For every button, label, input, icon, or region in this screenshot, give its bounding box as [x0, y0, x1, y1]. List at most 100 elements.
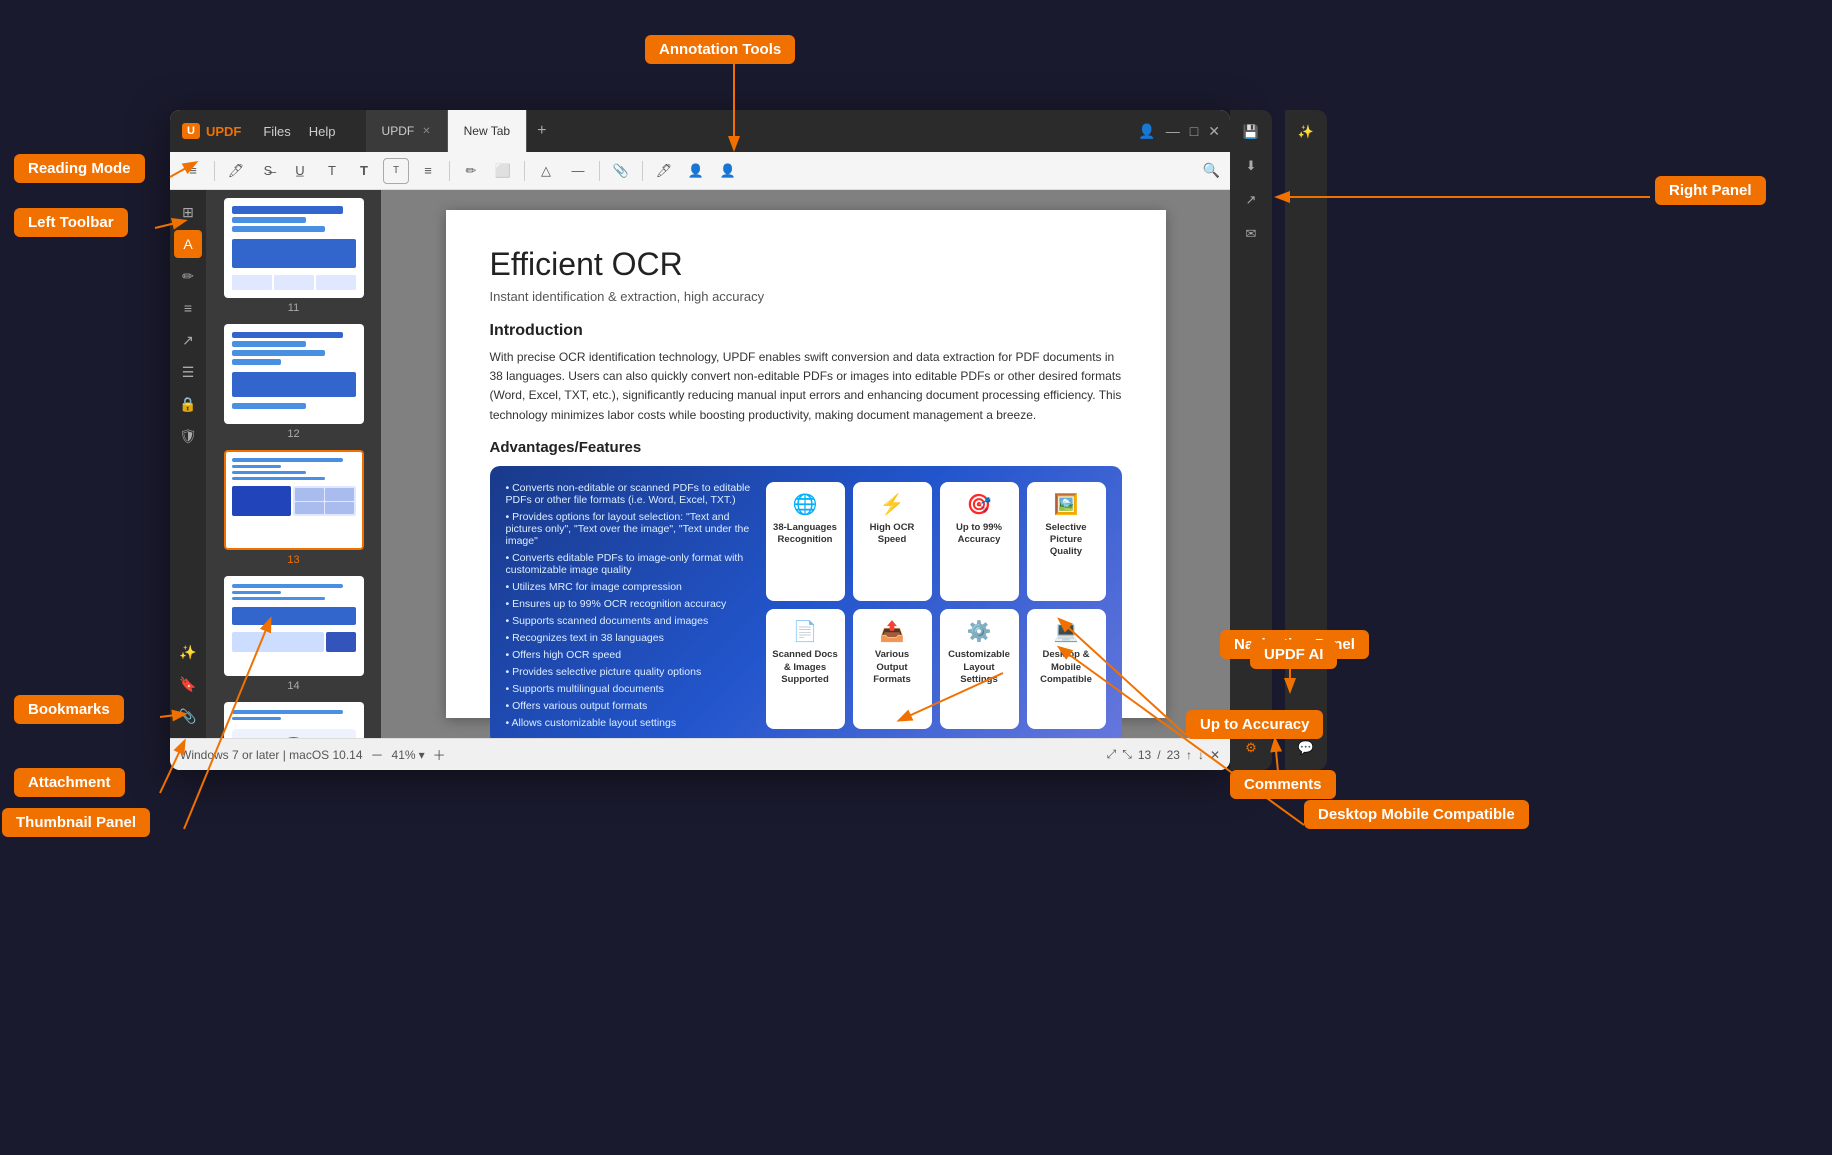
thumb-item-12[interactable]: 12	[219, 324, 369, 440]
speed-label: High OCR Speed	[859, 522, 926, 547]
user-icon[interactable]: 👤	[1138, 123, 1155, 140]
sidebar-ai-icon[interactable]: ✨	[174, 638, 202, 666]
thumb-item-14[interactable]: 14	[219, 576, 369, 692]
pdf-page: Efficient OCR Instant identification & e…	[446, 210, 1166, 718]
pdf-subtitle: Instant identification & extraction, hig…	[490, 289, 1122, 304]
thumb-item-15[interactable]: 15	[219, 702, 369, 738]
feature-item-10: Supports multilingual documents	[506, 683, 756, 695]
sidebar-highlight-icon[interactable]: A	[174, 230, 202, 258]
tool-text-callout[interactable]: T	[383, 158, 409, 184]
rp-email-icon[interactable]: ✉	[1237, 220, 1265, 248]
tool-highlight[interactable]: 🖊	[223, 158, 249, 184]
sidebar-export-icon[interactable]: ↗	[174, 326, 202, 354]
tool-user-2[interactable]: 👤	[715, 158, 741, 184]
zoom-dropdown[interactable]: ▾	[419, 748, 425, 762]
tab-updf[interactable]: UPDF ✕	[366, 110, 448, 152]
tab-new-tab[interactable]: New Tab	[448, 110, 527, 152]
menu-bar: Files Help	[253, 124, 345, 139]
nav-controls: ⤢ ⤡ 13 / 23 ↑ ↓ ✕	[1107, 747, 1220, 762]
scanned-label: Scanned Docs & Images Supported	[772, 649, 839, 686]
tool-text-box[interactable]: T	[351, 158, 377, 184]
toolbar-sep-4	[599, 161, 600, 181]
page-next-button[interactable]: ↓	[1198, 748, 1204, 762]
page-close-button[interactable]: ✕	[1210, 748, 1220, 762]
feature-list: Converts non-editable or scanned PDFs to…	[506, 482, 756, 729]
minimize-button[interactable]: —	[1166, 123, 1180, 139]
os-compat: Windows 7 or later | macOS 10.14	[180, 748, 363, 762]
languages-label: 38-Languages Recognition	[772, 522, 839, 547]
thumb-img-13	[224, 450, 364, 550]
fit-page-button[interactable]: ⤢	[1107, 747, 1117, 762]
sidebar-view-icon[interactable]: ⊞	[174, 198, 202, 226]
pdf-intro-heading: Introduction	[490, 322, 1122, 340]
thumb-item-13[interactable]: 13	[219, 450, 369, 566]
search-button[interactable]: 🔍	[1203, 162, 1220, 179]
page-sep: /	[1157, 748, 1160, 762]
scanned-icon: 📄	[793, 619, 818, 644]
callout-bookmarks: Bookmarks	[14, 695, 124, 724]
tool-pencil[interactable]: ✏	[458, 158, 484, 184]
updf-ai-panel: ✨ 💬	[1285, 110, 1327, 770]
feature-item-6: Supports scanned documents and images	[506, 615, 756, 627]
feature-item-8: Offers high OCR speed	[506, 649, 756, 661]
callout-reading-mode: Reading Mode	[14, 154, 145, 183]
output-icon: 📤	[880, 619, 905, 644]
sidebar-protect-icon[interactable]: 🛡	[174, 422, 202, 450]
tool-select[interactable]: ≡	[180, 158, 206, 184]
tool-line[interactable]: —	[565, 158, 591, 184]
zoom-out-button[interactable]: －	[371, 745, 384, 764]
page-current[interactable]: 13	[1138, 748, 1151, 762]
menu-help[interactable]: Help	[309, 124, 336, 139]
rp-download-icon[interactable]: ⬇	[1237, 152, 1265, 180]
tool-triangle[interactable]: △	[533, 158, 559, 184]
tool-text-area[interactable]: ≡	[415, 158, 441, 184]
feature-item-2: Provides options for layout selection: "…	[506, 511, 756, 547]
left-toolbar: ⊞ A ✏ ≡ ↗ ☰ 🔒 🛡 ✨ 🔖 📎	[170, 190, 206, 738]
zoom-in-button[interactable]: ＋	[433, 745, 446, 764]
feature-item-5: Ensures up to 99% OCR recognition accura…	[506, 598, 756, 610]
page-total: 23	[1167, 748, 1180, 762]
tab-add-button[interactable]: +	[527, 110, 556, 152]
callout-annotation-tools: Annotation Tools	[645, 35, 795, 64]
rp-save-icon[interactable]: 💾	[1237, 118, 1265, 146]
thumb-img-15	[224, 702, 364, 738]
thumb-item-11[interactable]: 11	[219, 198, 369, 314]
languages-icon: 🌐	[793, 492, 818, 517]
right-panel: 💾 ⬇ ↗ ✉ ⚙	[1230, 110, 1272, 770]
tool-user-1[interactable]: 👤	[683, 158, 709, 184]
sidebar-form-icon[interactable]: ☰	[174, 358, 202, 386]
desktop-label: Desktop & Mobile Compatible	[1033, 649, 1100, 686]
sidebar-sign-icon[interactable]: 🔒	[174, 390, 202, 418]
feature-box: Converts non-editable or scanned PDFs to…	[490, 466, 1122, 738]
feature-card-accuracy: 🎯 Up to 99% Accuracy	[940, 482, 1019, 602]
sidebar-edit-icon[interactable]: ✏	[174, 262, 202, 290]
desktop-icon: 💻	[1054, 619, 1079, 644]
tab-close-updf[interactable]: ✕	[422, 126, 430, 137]
menu-files[interactable]: Files	[263, 124, 290, 139]
accuracy-icon: 🎯	[967, 492, 992, 517]
tool-signature[interactable]: 🖊	[651, 158, 677, 184]
pdf-area[interactable]: Efficient OCR Instant identification & e…	[381, 190, 1230, 738]
sidebar-attachment-icon[interactable]: 📎	[174, 702, 202, 730]
maximize-button[interactable]: □	[1190, 123, 1198, 139]
tool-text[interactable]: T	[319, 158, 345, 184]
tool-strikethrough[interactable]: S̶	[255, 158, 281, 184]
thumb-img-12	[224, 324, 364, 424]
rp-share-icon[interactable]: ↗	[1237, 186, 1265, 214]
sidebar-pages-icon[interactable]: ≡	[174, 294, 202, 322]
sidebar-icons-bottom: ✨ 🔖 📎	[170, 638, 206, 730]
feature-item-7: Recognizes text in 38 languages	[506, 632, 756, 644]
tool-shape-rect[interactable]: ⬜	[490, 158, 516, 184]
page-prev-button[interactable]: ↑	[1186, 748, 1192, 762]
output-label: Various Output Formats	[859, 649, 926, 686]
sidebar-bookmark-icon[interactable]: 🔖	[174, 670, 202, 698]
fit-width-button[interactable]: ⤡	[1122, 747, 1132, 762]
ai-main-icon[interactable]: ✨	[1292, 118, 1320, 146]
layout-label: Customizable Layout Settings	[946, 649, 1013, 686]
tool-stamp[interactable]: 📎	[608, 158, 634, 184]
close-button[interactable]: ✕	[1208, 123, 1220, 140]
thumb-img-11	[224, 198, 364, 298]
tool-underline[interactable]: U̲	[287, 158, 313, 184]
accuracy-label: Up to 99% Accuracy	[946, 522, 1013, 547]
app-window: U UPDF Files Help UPDF ✕ New Tab + 👤 — □…	[170, 110, 1230, 770]
